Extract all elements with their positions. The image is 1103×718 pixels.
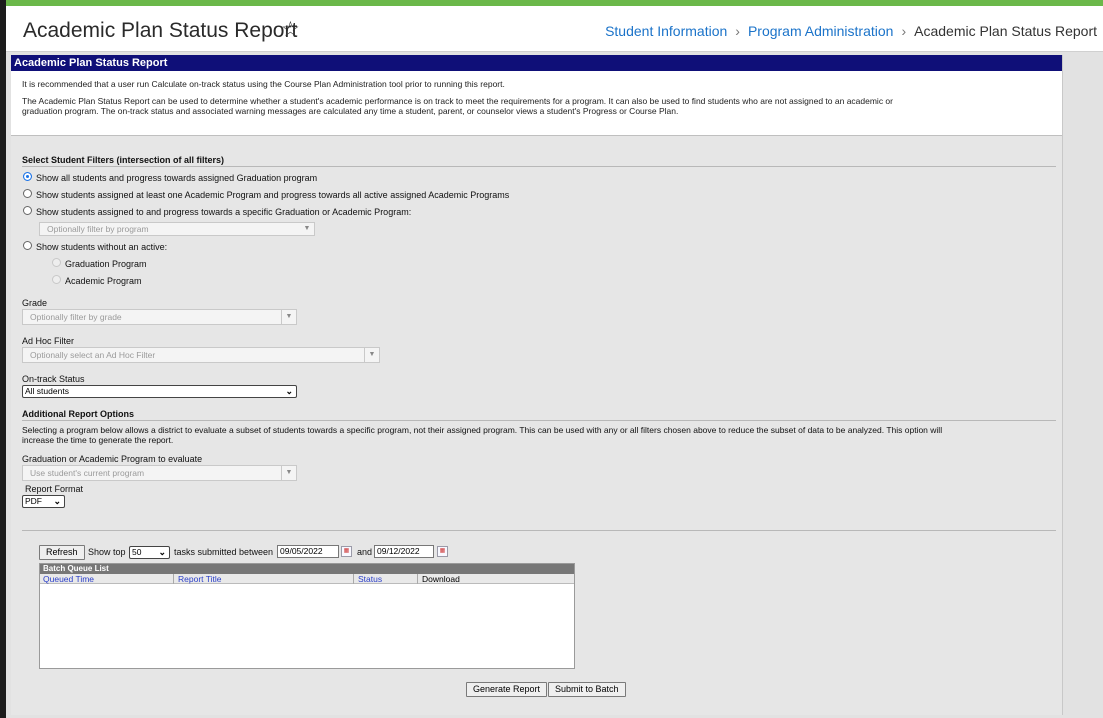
radio-academic-program[interactable] (52, 275, 61, 284)
generate-report-button[interactable]: Generate Report (466, 682, 548, 697)
intro-description-line1: The Academic Plan Status Report can be u… (22, 96, 893, 106)
breadcrumb: Student Information › Program Administrati… (605, 23, 1097, 39)
end-date-input[interactable]: 09/12/2022 (374, 545, 434, 558)
chevron-down-icon: ⌄ (53, 496, 61, 506)
refresh-button[interactable]: Refresh (39, 545, 85, 560)
column-divider (353, 574, 354, 584)
dropdown-arrow-icon: ▼ (281, 310, 296, 324)
chevron-right-icon: › (901, 23, 907, 39)
section-title-bar: Academic Plan Status Report (11, 55, 1062, 71)
show-top-select[interactable]: 50 ⌄ (129, 546, 170, 559)
column-report-title[interactable]: Report Title (178, 574, 221, 584)
evaluate-program-placeholder: Use student's current program (30, 468, 145, 478)
breadcrumb-student-information[interactable]: Student Information (605, 23, 727, 39)
program-filter-placeholder: Optionally filter by program (47, 224, 149, 234)
column-download: Download (422, 574, 460, 584)
dropdown-arrow-icon: ▼ (364, 348, 379, 362)
submitted-between-label: tasks submitted between (174, 547, 274, 557)
evaluate-program-select[interactable]: Use student's current program ▼ (22, 465, 297, 481)
report-format-select[interactable]: PDF ⌄ (22, 495, 65, 508)
adhoc-label: Ad Hoc Filter (22, 336, 75, 346)
radio-label-academic-programs: Show students assigned at least one Acad… (36, 190, 510, 200)
report-form: Select Student Filters (intersection of … (11, 136, 1062, 715)
show-top-label: Show top (88, 547, 126, 557)
page-title: Academic Plan Status Report (23, 19, 298, 42)
additional-options-heading: Additional Report Options (22, 409, 134, 419)
report-panel: Academic Plan Status Report It is recomm… (11, 55, 1063, 715)
radio-label-specific-program: Show students assigned to and progress t… (36, 207, 412, 217)
divider (22, 166, 1056, 167)
grade-placeholder: Optionally filter by grade (30, 312, 122, 322)
calendar-icon[interactable]: ▦ (437, 546, 448, 557)
divider (22, 420, 1056, 421)
column-queued-time[interactable]: Queued Time (43, 574, 94, 584)
evaluate-program-label: Graduation or Academic Program to evalua… (22, 454, 203, 464)
chevron-down-icon: ⌄ (158, 547, 166, 557)
batch-queue-header: Queued Time Report Title Status Download (40, 574, 574, 584)
adhoc-select[interactable]: Optionally select an Ad Hoc Filter ▼ (22, 347, 380, 363)
grade-label: Grade (22, 298, 48, 308)
chevron-right-icon: › (735, 23, 740, 39)
filters-heading: Select Student Filters (intersection of … (22, 155, 225, 165)
dropdown-arrow-icon: ▼ (281, 466, 296, 480)
column-status[interactable]: Status (358, 574, 382, 584)
column-divider (173, 574, 174, 584)
radio-label-without-active: Show students without an active: (36, 242, 168, 252)
intro-box: It is recommended that a user run Calcul… (11, 71, 1062, 136)
start-date-input[interactable]: 09/05/2022 (277, 545, 339, 558)
radio-academic-programs[interactable] (23, 189, 32, 198)
radio-label-graduation-program: Graduation Program (65, 259, 147, 269)
content-area: Academic Plan Status Report It is recomm… (6, 52, 1103, 718)
grade-select[interactable]: Optionally filter by grade ▼ (22, 309, 297, 325)
breadcrumb-program-administration[interactable]: Program Administration (748, 23, 894, 39)
divider (22, 530, 1056, 531)
batch-queue-list: Batch Queue List Queued Time Report Titl… (39, 563, 575, 669)
ontrack-status-select[interactable]: All students ⌄ (22, 385, 297, 398)
submit-to-batch-button[interactable]: Submit to Batch (548, 682, 626, 697)
radio-graduation-program[interactable] (52, 258, 61, 267)
intro-recommendation: It is recommended that a user run Calcul… (22, 79, 505, 89)
and-label: and (357, 547, 373, 557)
chevron-down-icon: ⌄ (285, 386, 293, 396)
ontrack-status-value: All students (25, 386, 69, 396)
radio-label-all-graduation: Show all students and progress towards a… (36, 173, 318, 183)
additional-desc-line2: increase the time to generate the report… (22, 435, 174, 445)
report-format-label: Report Format (25, 484, 84, 494)
radio-specific-program[interactable] (23, 206, 32, 215)
ontrack-label: On-track Status (22, 374, 85, 384)
radio-all-graduation[interactable] (23, 172, 32, 181)
dropdown-arrow-icon: ▼ (303, 225, 311, 232)
column-divider (417, 574, 418, 584)
page-header: Academic Plan Status Report ☆ Student In… (6, 6, 1103, 52)
program-filter-select[interactable]: Optionally filter by program ▼ (39, 222, 315, 236)
batch-queue-title: Batch Queue List (40, 564, 574, 574)
star-icon[interactable]: ☆ (281, 17, 300, 42)
report-format-value: PDF (25, 496, 42, 506)
intro-description-line2: graduation program. The on-track status … (22, 106, 679, 116)
additional-desc-line1: Selecting a program below allows a distr… (22, 425, 943, 435)
radio-without-active[interactable] (23, 241, 32, 250)
show-top-value: 50 (132, 547, 142, 557)
radio-label-academic-program: Academic Program (65, 276, 142, 286)
breadcrumb-current-page: Academic Plan Status Report (914, 23, 1097, 39)
adhoc-placeholder: Optionally select an Ad Hoc Filter (30, 350, 156, 360)
calendar-icon[interactable]: ▦ (341, 546, 352, 557)
